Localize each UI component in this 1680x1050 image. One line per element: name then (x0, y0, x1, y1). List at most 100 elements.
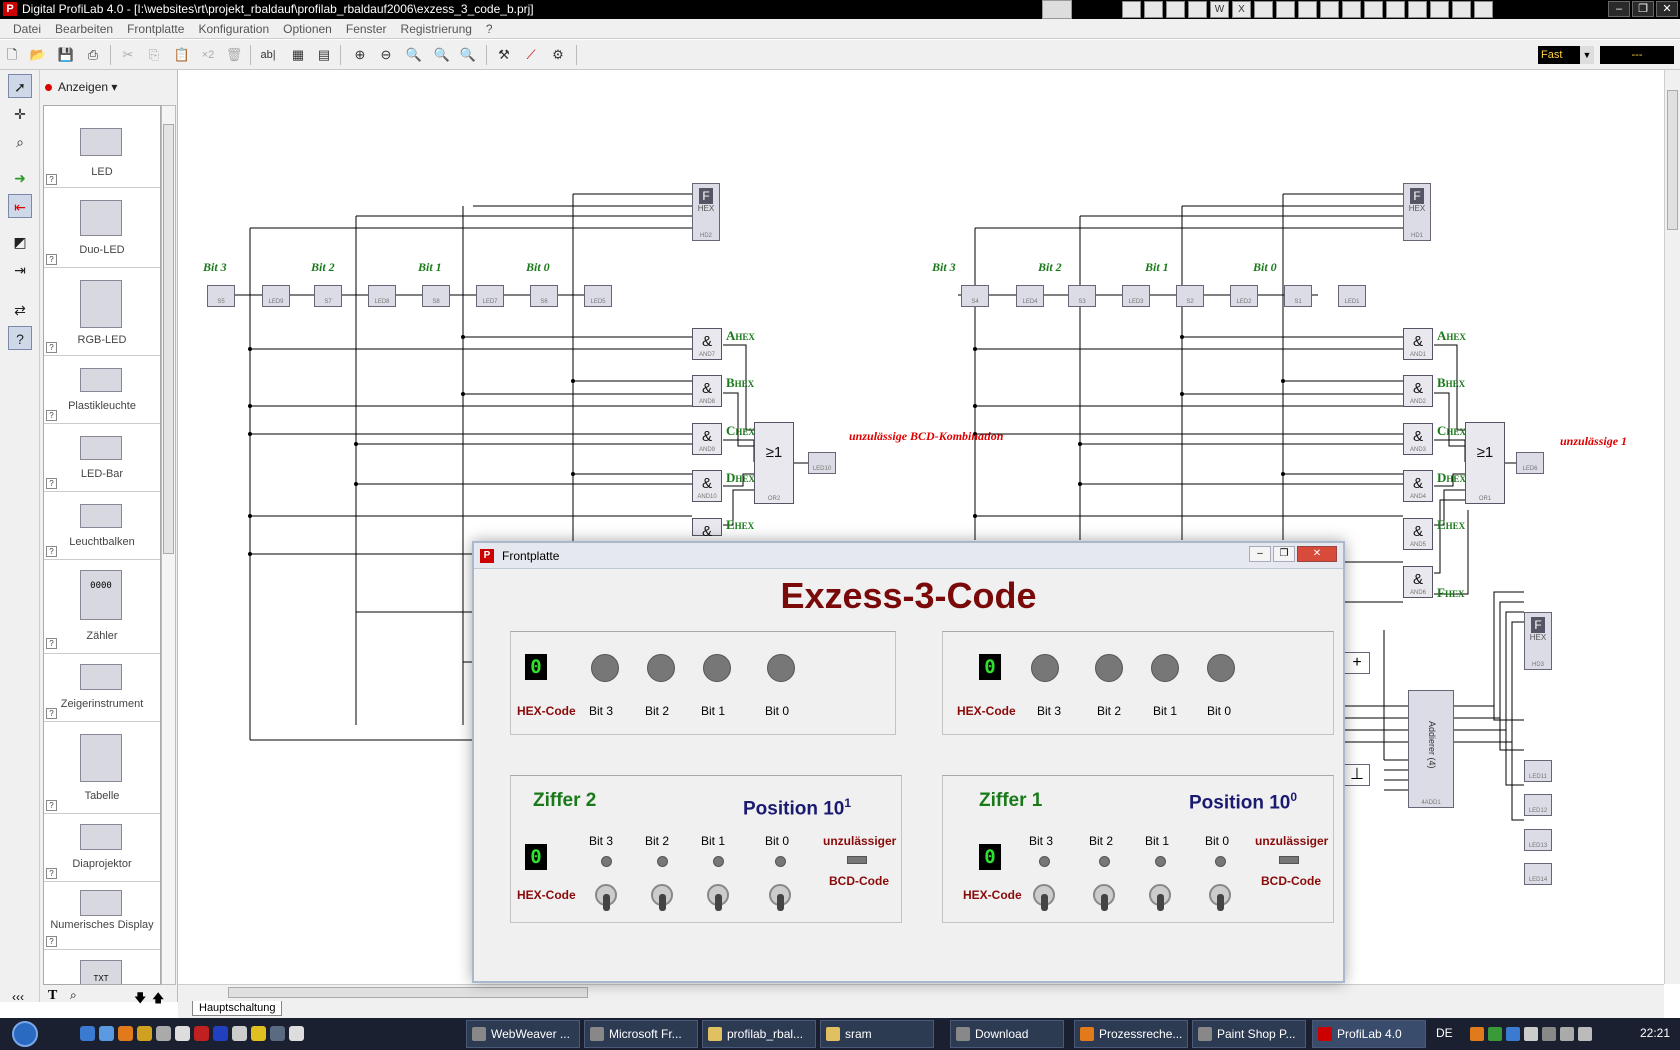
pointer-icon[interactable]: ➚ (8, 74, 32, 98)
palette-item-led[interactable]: LED ? (44, 106, 160, 188)
help-icon[interactable]: ? (46, 638, 57, 649)
quicklaunch-icon[interactable] (1122, 1, 1141, 18)
excel-icon[interactable]: X (1232, 1, 1251, 18)
print-icon[interactable]: ⎙ (83, 45, 103, 65)
chart-icon[interactable] (1364, 1, 1383, 18)
minimize-button[interactable]: – (1249, 546, 1271, 562)
chevron-down-icon[interactable]: ▼ (1580, 46, 1594, 64)
taskbar-button[interactable]: Prozessreche... (1074, 1020, 1188, 1048)
or-gate[interactable]: ≥1 OR1 (1465, 422, 1505, 504)
frontplatte-titlebar[interactable]: P Frontplatte – ❐ ✕ (474, 543, 1343, 569)
magnifier-icon[interactable]: ⌕ (8, 130, 32, 154)
invalid-led-component[interactable]: LED6 (1516, 452, 1544, 474)
palette-item-plastikleuchte[interactable]: Plastikleuchte ? (44, 356, 160, 424)
led-component[interactable]: LED13 (1524, 829, 1552, 851)
hex-display-component[interactable]: F HEX HD1 (1403, 183, 1431, 241)
maximize-button[interactable]: ❐ (1273, 546, 1295, 562)
palette-item-duo-led[interactable]: Duo-LED ? (44, 188, 160, 268)
menu-datei[interactable]: Datei (6, 19, 48, 38)
quicklaunch-icon[interactable] (1166, 1, 1185, 18)
crosshair-icon[interactable]: ✛ (8, 102, 32, 126)
and-gate[interactable]: & AND5 (1403, 518, 1433, 550)
help-icon[interactable]: ? (46, 174, 57, 185)
and-gate[interactable]: & AND6 (1403, 566, 1433, 598)
and-gate[interactable]: & AND10 (692, 470, 722, 502)
bit1-toggle-switch[interactable] (1149, 880, 1171, 912)
cut-icon[interactable]: ✂ (118, 45, 138, 65)
bit3-toggle-switch[interactable] (1033, 880, 1055, 912)
volume-icon[interactable] (1578, 1027, 1592, 1041)
menu-optionen[interactable]: Optionen (276, 19, 339, 38)
word-icon[interactable]: W (1210, 1, 1229, 18)
help-icon[interactable]: ? (46, 254, 57, 265)
palette-scrollbar[interactable] (161, 105, 176, 985)
chart-icon[interactable] (1452, 1, 1471, 18)
close-button[interactable]: ✕ (1297, 546, 1337, 562)
and-gate[interactable]: & (692, 518, 722, 540)
taskbar-button[interactable]: Download (950, 1020, 1064, 1048)
palette-item-diaprojektor[interactable]: Diaprojektor ? (44, 814, 160, 882)
quicklaunch-icon[interactable] (1144, 1, 1163, 18)
chart-icon[interactable] (1408, 1, 1427, 18)
quicklaunch-icon[interactable] (80, 1026, 95, 1041)
switch-component[interactable]: S7 (314, 285, 342, 307)
run-arrow-icon[interactable]: ➜ (8, 166, 32, 190)
palette-item-leuchtbalken[interactable]: Leuchtbalken ? (44, 492, 160, 560)
bit0-toggle-switch[interactable] (1209, 880, 1231, 912)
zoom-in-icon[interactable]: ⊕ (350, 45, 370, 65)
profilab-app-icon[interactable]: P (3, 2, 17, 16)
palette-item-zaehler[interactable]: 0000 Zähler ? (44, 560, 160, 654)
clock[interactable]: 22:21 (1640, 1026, 1670, 1040)
help-icon[interactable]: ? (46, 708, 57, 719)
and-gate[interactable]: & AND3 (1403, 423, 1433, 455)
switch-component[interactable]: S6 (530, 285, 558, 307)
led-component[interactable]: LED3 (1122, 285, 1150, 307)
tray-icon[interactable] (1542, 1027, 1556, 1041)
quicklaunch-icon[interactable] (175, 1026, 190, 1041)
palette-category-select[interactable]: Anzeigen ▾ (45, 80, 117, 94)
collapse-icon[interactable]: ‹‹‹ (12, 990, 24, 1004)
quicklaunch-icon[interactable] (1276, 1, 1295, 18)
ground-component[interactable]: ⊥ (1344, 764, 1370, 786)
tray-icon[interactable] (1488, 1027, 1502, 1041)
color-tool-icon[interactable]: ◩ (8, 230, 32, 254)
quicklaunch-icon[interactable] (270, 1026, 285, 1041)
adder-component[interactable]: Addierer (4) 4ADD1 (1408, 690, 1454, 808)
switch-component[interactable]: S2 (1176, 285, 1204, 307)
speed-select[interactable]: Fast ▼ (1538, 46, 1594, 64)
list-icon[interactable]: ▤ (314, 45, 334, 65)
maximize-button[interactable]: ❐ (1632, 1, 1654, 17)
stop-arrow-icon[interactable]: ⇤ (8, 194, 32, 218)
canvas-horizontal-scrollbar[interactable] (178, 984, 1664, 1000)
tray-icon[interactable] (1524, 1027, 1538, 1041)
duplicate-icon[interactable]: ×2 (198, 45, 218, 65)
taskbar-button[interactable]: profilab_rbal... (702, 1020, 816, 1048)
menu-frontplatte[interactable]: Frontplatte (120, 19, 191, 38)
palette-item-led-bar[interactable]: LED-Bar ? (44, 424, 160, 492)
binoculars-icon[interactable]: ⌕ (70, 988, 77, 1003)
delete-icon[interactable]: 🗑 (224, 45, 244, 65)
help-icon[interactable]: ? (46, 800, 57, 811)
paste-icon[interactable]: 📋 (172, 45, 192, 65)
led-component[interactable]: LED9 (262, 285, 290, 307)
quicklaunch-icon[interactable] (232, 1026, 247, 1041)
or-gate[interactable]: ≥1 OR2 (754, 422, 794, 504)
taskbar-button[interactable]: ProfiLab 4.0 (1312, 1020, 1426, 1048)
menu-konfiguration[interactable]: Konfiguration (191, 19, 276, 38)
scrollbar-thumb[interactable] (228, 987, 588, 998)
zoom-reset-icon[interactable]: 🔍 (458, 45, 478, 65)
help-icon[interactable]: ? (46, 936, 57, 947)
quicklaunch-icon[interactable] (1254, 1, 1273, 18)
bit2-toggle-switch[interactable] (1093, 880, 1115, 912)
tools-icon[interactable]: ⚒ (494, 45, 514, 65)
switch-component[interactable]: S5 (207, 285, 235, 307)
and-gate[interactable]: & AND1 (1403, 328, 1433, 360)
monitor-icon[interactable] (1042, 0, 1072, 19)
quicklaunch-icon[interactable] (1342, 1, 1361, 18)
quicklaunch-icon[interactable] (99, 1026, 114, 1041)
led-component[interactable]: LED12 (1524, 794, 1552, 816)
chart-icon[interactable] (1430, 1, 1449, 18)
led-component[interactable]: LED5 (584, 285, 612, 307)
close-button[interactable]: ✕ (1656, 1, 1678, 17)
led-component[interactable]: LED2 (1230, 285, 1258, 307)
